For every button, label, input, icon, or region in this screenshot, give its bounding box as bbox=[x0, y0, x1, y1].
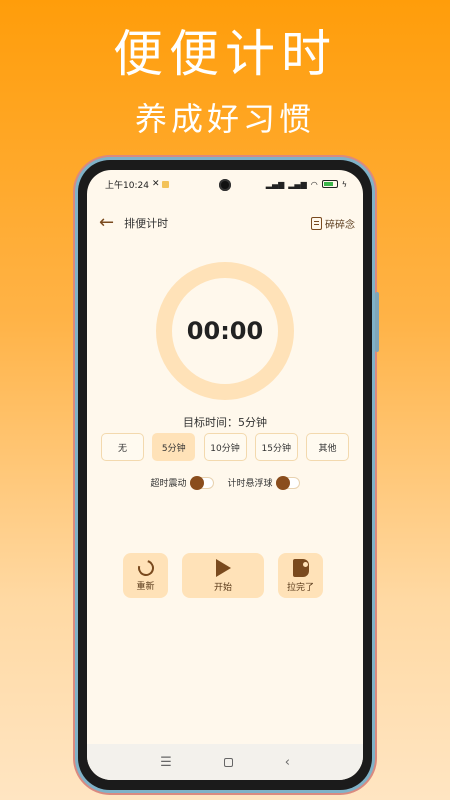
dnd-icon: ✕ bbox=[151, 179, 160, 189]
restart-icon bbox=[134, 556, 157, 579]
phone-side-button bbox=[375, 292, 379, 352]
phone-frame: 上午10:24 ✕ ▂▄▆ ▂▄▆ ◠ ϟ ← 排便计时 碎碎念 00:00 目… bbox=[78, 160, 379, 790]
floating-ball-label: 计时悬浮球 bbox=[227, 479, 273, 489]
start-label: 开始 bbox=[213, 582, 232, 593]
notes-label: 碎碎念 bbox=[325, 219, 355, 231]
signal-icon: ▂▄▆ bbox=[265, 179, 285, 189]
option-15min[interactable]: 15分钟 bbox=[254, 433, 298, 461]
toggle-row: 超时震动 计时悬浮球 bbox=[87, 475, 363, 490]
done-label: 拉完了 bbox=[286, 582, 314, 593]
promo-title: 便便计时 bbox=[113, 25, 337, 83]
battery-icon bbox=[321, 180, 338, 188]
overtime-vibrate-label: 超时震动 bbox=[150, 479, 187, 489]
restart-label: 重新 bbox=[136, 581, 155, 592]
back-arrow-icon[interactable]: ← bbox=[99, 214, 114, 232]
target-time-label: 目标时间：5分钟 bbox=[183, 416, 267, 429]
charging-icon: ϟ bbox=[341, 179, 347, 189]
menu-nav-icon[interactable]: ☰ bbox=[160, 755, 172, 770]
play-icon bbox=[215, 558, 231, 577]
promo-subtitle: 养成好习惯 bbox=[134, 100, 315, 138]
done-button[interactable]: 拉完了 bbox=[278, 553, 323, 598]
option-5min[interactable]: 5分钟 bbox=[152, 433, 196, 461]
option-none[interactable]: 无 bbox=[101, 433, 144, 461]
system-nav-bar: ☰ ‹ bbox=[87, 744, 363, 780]
signal-icon-2: ▂▄▆ bbox=[288, 179, 307, 189]
status-time: 上午10:24 bbox=[105, 180, 149, 191]
page-title: 排便计时 bbox=[124, 217, 169, 230]
duration-options: 无 5分钟 10分钟 15分钟 其他 bbox=[101, 433, 349, 461]
app-header: ← 排便计时 碎碎念 bbox=[87, 208, 363, 238]
back-nav-icon[interactable]: ‹ bbox=[285, 755, 290, 770]
option-other[interactable]: 其他 bbox=[306, 433, 349, 461]
phone-screen: 上午10:24 ✕ ▂▄▆ ▂▄▆ ◠ ϟ ← 排便计时 碎碎念 00:00 目… bbox=[87, 170, 363, 780]
timer-display: 00:00 bbox=[186, 317, 264, 345]
option-10min[interactable]: 10分钟 bbox=[203, 433, 247, 461]
notes-button[interactable]: 碎碎念 bbox=[311, 216, 355, 231]
start-button[interactable]: 开始 bbox=[182, 553, 264, 598]
timer-controls: 重新 开始 拉完了 bbox=[123, 553, 323, 598]
restart-button[interactable]: 重新 bbox=[123, 553, 168, 598]
toilet-paper-icon bbox=[292, 558, 309, 577]
notification-icon bbox=[162, 180, 170, 188]
front-camera bbox=[219, 179, 231, 191]
overtime-vibrate-switch[interactable] bbox=[189, 475, 214, 490]
timer-ring: 00:00 bbox=[156, 262, 294, 400]
note-icon bbox=[311, 216, 322, 230]
wifi-icon: ◠ bbox=[310, 179, 318, 189]
home-nav-icon[interactable] bbox=[223, 757, 233, 767]
floating-ball-switch[interactable] bbox=[275, 475, 300, 490]
